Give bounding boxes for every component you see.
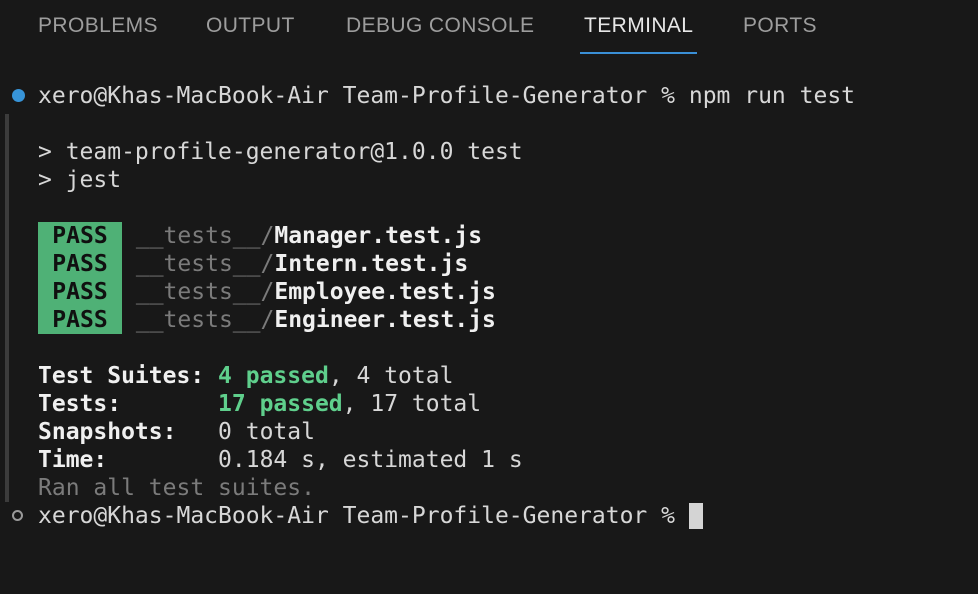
prompt-text: xero@Khas-MacBook-Air Team-Profile-Gener… bbox=[38, 503, 675, 529]
command-line: xero@Khas-MacBook-Air Team-Profile-Gener… bbox=[38, 82, 855, 110]
test-file: Engineer.test.js bbox=[274, 307, 496, 333]
summary-label: Tests: bbox=[38, 391, 122, 417]
command-success-decoration-icon[interactable] bbox=[12, 89, 25, 102]
command-group-bar bbox=[5, 114, 9, 502]
test-dir: __tests__/ bbox=[135, 251, 275, 277]
script-header-line: > team-profile-generator@1.0.0 test bbox=[38, 139, 523, 165]
command-text: npm run test bbox=[688, 83, 856, 109]
current-prompt-line: xero@Khas-MacBook-Air Team-Profile-Gener… bbox=[38, 502, 703, 530]
terminal-cursor bbox=[688, 503, 703, 529]
summary-label: Snapshots: bbox=[38, 419, 177, 445]
prompt-text: xero@Khas-MacBook-Air Team-Profile-Gener… bbox=[38, 83, 675, 109]
suites-total: , 4 total bbox=[328, 363, 454, 389]
pass-badge: PASS bbox=[38, 250, 122, 278]
script-header-line: > jest bbox=[38, 167, 122, 193]
test-result-row: PASS __tests__/Employee.test.js bbox=[38, 278, 496, 306]
test-result-row: PASS __tests__/Manager.test.js bbox=[38, 222, 482, 250]
tests-passed: 17 passed bbox=[218, 391, 343, 417]
time-value: 0.184 s, estimated 1 s bbox=[218, 447, 523, 473]
tab-output[interactable]: OUTPUT bbox=[206, 14, 295, 54]
tab-ports[interactable]: PORTS bbox=[743, 14, 817, 54]
test-file: Manager.test.js bbox=[274, 223, 483, 249]
summary-label: Time: bbox=[38, 447, 108, 473]
snapshots-value: 0 total bbox=[218, 419, 315, 445]
tab-terminal[interactable]: TERMINAL bbox=[579, 14, 698, 54]
summary-suites: Test Suites: 4 passed, 4 total bbox=[38, 362, 453, 390]
summary-label: Test Suites: bbox=[38, 363, 205, 389]
pass-badge: PASS bbox=[38, 222, 122, 250]
summary-time: Time: 0.184 s, estimated 1 s bbox=[38, 446, 523, 474]
test-dir: __tests__/ bbox=[135, 223, 275, 249]
summary-footer: Ran all test suites. bbox=[38, 475, 315, 501]
test-result-row: PASS __tests__/Intern.test.js bbox=[38, 250, 468, 278]
suites-passed: 4 passed bbox=[218, 363, 329, 389]
pass-badge: PASS bbox=[38, 306, 122, 334]
pass-badge: PASS bbox=[38, 278, 122, 306]
summary-snapshots: Snapshots: 0 total bbox=[38, 418, 315, 446]
tests-total: , 17 total bbox=[342, 391, 482, 417]
test-result-row: PASS __tests__/Engineer.test.js bbox=[38, 306, 496, 334]
command-pending-decoration-icon[interactable] bbox=[12, 510, 23, 521]
tab-debug-console[interactable]: DEBUG CONSOLE bbox=[346, 14, 534, 54]
test-file: Intern.test.js bbox=[274, 251, 469, 277]
terminal-output[interactable]: xero@Khas-MacBook-Air Team-Profile-Gener… bbox=[0, 82, 978, 594]
tab-problems[interactable]: PROBLEMS bbox=[38, 14, 158, 54]
summary-tests: Tests: 17 passed, 17 total bbox=[38, 390, 481, 418]
test-dir: __tests__/ bbox=[135, 307, 275, 333]
panel-tab-bar: PROBLEMS OUTPUT DEBUG CONSOLE TERMINAL P… bbox=[0, 0, 978, 55]
test-dir: __tests__/ bbox=[135, 279, 275, 305]
test-file: Employee.test.js bbox=[274, 279, 496, 305]
